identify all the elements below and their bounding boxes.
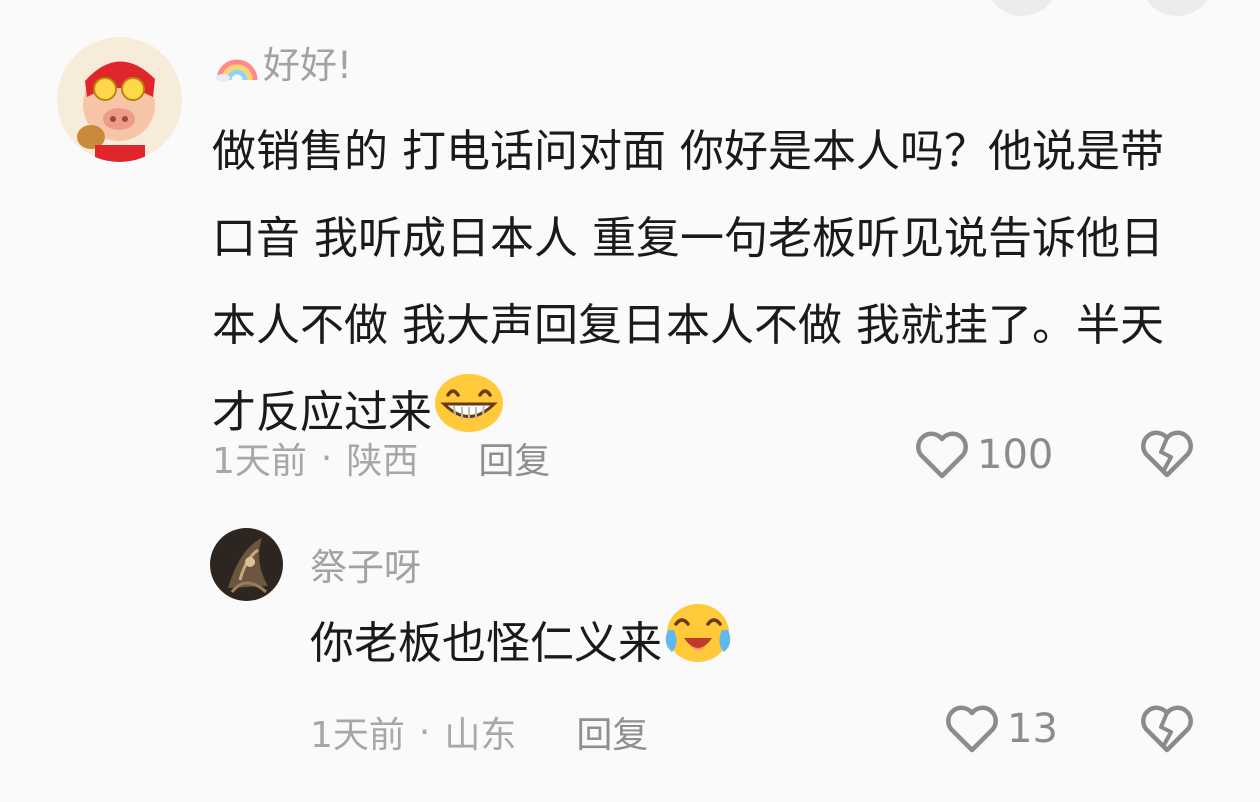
location: 山东 [444, 715, 517, 756]
like-button[interactable]: 100 [915, 427, 1053, 483]
username[interactable]: 祭子呀 [310, 540, 421, 589]
top-action-button-2[interactable] [1140, 0, 1214, 16]
avatar[interactable] [57, 37, 182, 162]
dislike-button[interactable] [1140, 703, 1194, 755]
location: 陕西 [346, 441, 419, 482]
heart-icon [945, 704, 999, 754]
comment-text: 做销售的 打电话问对面 你好是本人吗？他说是带口音 我听成日本人 重复一句老板听… [212, 108, 1197, 462]
comment-text: 你老板也怪仁义来 [310, 600, 1210, 693]
username-text: 好好! [263, 44, 352, 87]
timestamp: 1天前 [212, 441, 307, 482]
meta-separator: · [418, 711, 431, 753]
comment-text-body: 你老板也怪仁义来 [310, 618, 662, 669]
dislike-button[interactable] [1140, 428, 1194, 480]
comment-meta: 1天前 · 陕西 回复 [212, 430, 550, 486]
comment-text-body: 做销售的 打电话问对面 你好是本人吗？他说是带口音 我听成日本人 重复一句老板听… [212, 126, 1164, 438]
like-count: 100 [977, 432, 1054, 478]
heart-icon [915, 430, 969, 480]
meta-separator: · [320, 437, 333, 479]
rainbow-icon [215, 42, 259, 82]
broken-heart-icon [1141, 430, 1193, 478]
username[interactable]: 好好! [215, 38, 352, 87]
reply-button[interactable]: 回复 [478, 432, 550, 484]
reply-button[interactable]: 回复 [576, 706, 648, 758]
like-count: 13 [1007, 706, 1058, 752]
avatar[interactable] [210, 528, 283, 601]
comment-meta: 1天前 · 山东 回复 [310, 704, 648, 760]
timestamp: 1天前 [310, 715, 405, 756]
like-button[interactable]: 13 [945, 701, 1058, 757]
tears-of-joy-emoji [662, 600, 734, 693]
username-text: 祭子呀 [310, 546, 421, 589]
broken-heart-icon [1141, 705, 1193, 753]
top-action-button-1[interactable] [985, 0, 1059, 16]
